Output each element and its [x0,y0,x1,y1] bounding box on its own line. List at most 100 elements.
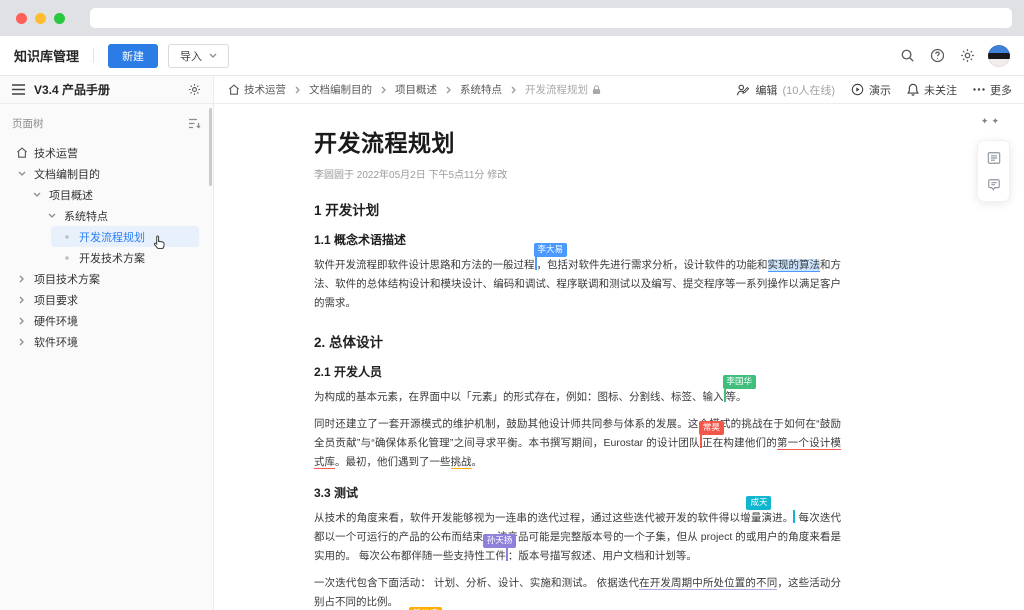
breadcrumb: 技术运营 文档编制目的 项目概述 系统特点 开发流程规划 [228,82,601,97]
chevron-down-icon[interactable] [30,192,43,197]
mouse-cursor-pointer [152,234,167,251]
breadcrumb-bar: 技术运营 文档编制目的 项目概述 系统特点 开发流程规划 编辑 (10人在线) 演示 未… [214,76,1024,103]
breadcrumb-separator [381,86,386,94]
collab-cursor-tag: 李国华 [723,375,757,389]
comment-icon[interactable] [986,177,1001,192]
user-avatar[interactable] [988,45,1010,67]
collaborative-edit-icon [736,84,750,96]
breadcrumb-item: 开发流程规划 [525,82,601,97]
maximize-window-button[interactable] [54,13,65,24]
outline-icon[interactable] [986,150,1001,165]
breadcrumb-item-label: 文档编制目的 [309,82,372,97]
collab-caret: 李国华 [724,389,726,402]
sidebar-item-项目要求[interactable]: 项目要求 [6,289,199,310]
sidebar-item-项目技术方案[interactable]: 项目技术方案 [6,268,199,289]
home-icon [228,84,240,95]
sidebar-item-开发技术方案[interactable]: 开发技术方案 [51,247,199,268]
sidebar-item-软件环境[interactable]: 软件环境 [6,331,199,352]
doc-actions: 编辑 (10人在线) 演示 未关注 更多 [736,82,1012,98]
chevron-down-icon[interactable] [45,213,58,218]
sidebar-item-label: 项目技术方案 [34,271,100,287]
hamburger-menu-icon[interactable] [12,84,25,95]
book-title: V3.4 产品手册 [34,81,188,98]
collab-cursor-tag: 孙天扬 [483,534,517,548]
page-title: 开发流程规划 [314,124,844,158]
breadcrumb-item-label: 系统特点 [460,82,502,97]
present-label: 演示 [869,82,891,98]
breadcrumb-separator [295,86,300,94]
text-run: 。 [472,456,483,468]
play-circle-icon [851,83,864,96]
url-bar[interactable] [90,8,1012,28]
app-title: 知识库管理 [14,46,79,65]
chevron-right-icon[interactable] [15,338,28,346]
home-icon [15,147,28,158]
chevron-right-icon[interactable] [15,317,28,325]
edit-button[interactable]: 编辑 (10人在线) [736,82,835,98]
import-button-label: 导入 [180,48,202,64]
sidebar-item-系统特点[interactable]: 系统特点 [36,205,199,226]
app-header: 知识库管理 新建 导入 [0,36,1024,76]
search-icon[interactable] [892,44,922,68]
minimize-window-button[interactable] [35,13,46,24]
text-run: ：版本号描写叙述、用户文档和计划等。 [508,550,697,562]
sidebar-item-label: 项目要求 [34,292,78,308]
document-area: ✦✦ 开发流程规划 李圆圆于 2022年05月2日 下午5点11分 修改 1 开… [214,104,1024,610]
sidebar-item-文档编制目的[interactable]: 文档编制目的 [6,163,199,184]
window-titlebar [0,0,1024,36]
sidebar-item-label: 硬件环境 [34,313,78,329]
sidebar-item-开发流程规划[interactable]: 开发流程规划 [51,226,199,247]
breadcrumb-separator [446,86,451,94]
sidebar-item-label: 开发技术方案 [79,250,145,266]
secondary-bar: V3.4 产品手册 技术运营 文档编制目的 项目概述 系统特点 开发流程规划 编辑 (1… [0,76,1024,104]
bell-icon [907,83,919,96]
sidebar-scrollbar[interactable] [209,108,212,186]
ellipsis-icon [973,88,985,91]
breadcrumb-item-label: 项目概述 [395,82,437,97]
window-controls [0,13,72,24]
divider [93,48,94,63]
sidebar-item-项目概述[interactable]: 项目概述 [21,184,199,205]
present-button[interactable]: 演示 [851,82,891,98]
text-run: 从技术的角度来看，软件开发能够视为一连串的迭代过程，通过这些迭代被开发的软件得以… [314,512,793,524]
online-count: (10人在线) [782,82,835,98]
breadcrumb-item-label: 开发流程规划 [525,82,588,97]
paragraph: 一次迭代包含下面活动： 计划、分析、设计、实施和测试。 依据迭代在开发周期中所处… [314,574,841,610]
page-width-toggle-icon[interactable]: ✦✦ [981,116,1002,127]
sidebar-item-硬件环境[interactable]: 硬件环境 [6,310,199,331]
text-run: 为构成的基本元素，在界面中以「元素」的形式存在，例如：图标、分割线、标签、输入 [314,391,724,403]
paragraph: 同时还建立了一套开源模式的维护机制，鼓励其他设计师共同参与体系的发展。这个模式的… [314,415,841,472]
sidebar-item-技术运营[interactable]: 技术运营 [6,142,199,163]
breadcrumb-item[interactable]: 系统特点 [460,82,502,97]
more-label: 更多 [990,82,1012,98]
collab-caret: 孙天扬 [506,548,508,561]
text-run: 软件开发流程即软件设计思路和方法的一般过程 [314,259,535,271]
settings-gear-icon[interactable] [952,44,982,68]
follow-label: 未关注 [924,82,957,98]
help-icon[interactable] [922,44,952,68]
section-heading: 1 开发计划 [314,199,841,219]
import-button[interactable]: 导入 [168,44,229,68]
book-settings-gear-icon[interactable] [188,83,201,96]
text-run: 。最初，他们遇到了一些 [335,456,451,468]
sidebar-item-label: 项目概述 [49,187,93,203]
chevron-down-icon [209,53,217,58]
new-button[interactable]: 新建 [108,44,158,68]
chevron-right-icon[interactable] [15,296,28,304]
collab-caret: 成天 [793,510,795,523]
chevron-right-icon[interactable] [15,275,28,283]
more-button[interactable]: 更多 [973,82,1012,98]
chevron-down-icon[interactable] [15,171,28,176]
sidebar-item-label: 技术运营 [34,145,78,161]
close-window-button[interactable] [16,13,27,24]
annotated-text: 实现的算法 [768,259,821,272]
bullet-icon [60,235,73,239]
text-run: 正在构建他们的 [702,437,777,449]
breadcrumb-item[interactable]: 文档编制目的 [309,82,372,97]
breadcrumb-item[interactable]: 技术运营 [228,82,286,97]
breadcrumb-item[interactable]: 项目概述 [395,82,437,97]
collapse-all-icon[interactable] [188,118,201,129]
collab-caret: 李大易 [535,257,537,270]
follow-button[interactable]: 未关注 [907,82,957,98]
edit-label: 编辑 [755,82,777,98]
